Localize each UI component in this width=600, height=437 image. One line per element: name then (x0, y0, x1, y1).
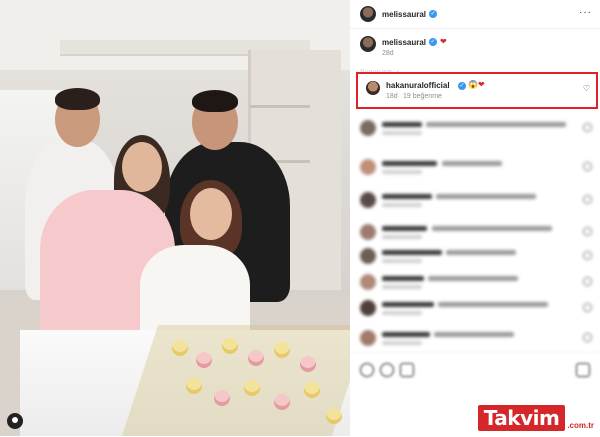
dessert-cup (214, 390, 230, 406)
avatar[interactable] (360, 36, 376, 52)
dessert-cup (172, 340, 188, 356)
verified-badge-icon: ✓ (458, 82, 466, 90)
tagged-users-icon[interactable] (7, 413, 23, 429)
dessert-cup (248, 350, 264, 366)
shelf-board (250, 105, 310, 108)
comment-text: 😱❤ (468, 80, 485, 89)
list-item (350, 118, 600, 140)
dessert-cup (186, 378, 202, 394)
list-item (350, 222, 600, 244)
dessert-cup (274, 394, 290, 410)
caption-time: 28d (382, 50, 394, 57)
post-photo (0, 0, 350, 436)
comment-likes[interactable]: 19 beğenme (403, 93, 442, 100)
verified-badge-icon: ✓ (429, 10, 437, 18)
list-item (350, 190, 600, 212)
dessert-cup (274, 342, 290, 358)
list-item (350, 157, 600, 179)
avatar[interactable] (366, 81, 380, 95)
dessert-cup (326, 408, 342, 424)
caption-text: ❤ (440, 37, 447, 46)
highlighted-comment: hakanuralofficial ✓ 😱❤ 18d 19 beğenme ♡ (356, 72, 598, 109)
comment-icon[interactable] (380, 363, 394, 377)
ellipsis-icon[interactable]: ··· (579, 7, 592, 18)
list-item (350, 328, 600, 350)
like-heart-icon[interactable]: ♡ (583, 84, 590, 93)
dessert-cup (300, 356, 316, 372)
dessert-cup (304, 382, 320, 398)
author-username[interactable]: melissaural (382, 10, 426, 19)
comments-panel: melissaural ✓ ··· melissaural ✓ ❤ 28d Şu… (350, 0, 600, 436)
dessert-cup (196, 352, 212, 368)
like-heart-icon[interactable] (360, 363, 374, 377)
comment-username[interactable]: hakanuralofficial (386, 81, 450, 90)
caption-username[interactable]: melissaural (382, 38, 426, 47)
dessert-cup (244, 380, 260, 396)
verified-badge-icon: ✓ (429, 38, 437, 46)
watermark-logo: Takvim (477, 405, 566, 431)
list-item (350, 272, 600, 294)
watermark: Takvim .com.tr (477, 404, 594, 432)
share-icon[interactable] (400, 363, 414, 377)
avatar[interactable] (360, 6, 376, 22)
comment-time: 18d (386, 93, 398, 100)
bookmark-icon[interactable] (576, 363, 590, 377)
list-item (350, 246, 600, 268)
caption-row: melissaural ✓ ❤ 28d (350, 32, 600, 64)
list-item (350, 298, 600, 320)
dessert-cup (222, 338, 238, 354)
watermark-domain: .com.tr (567, 421, 594, 430)
post-header: melissaural ✓ ··· (350, 0, 600, 29)
